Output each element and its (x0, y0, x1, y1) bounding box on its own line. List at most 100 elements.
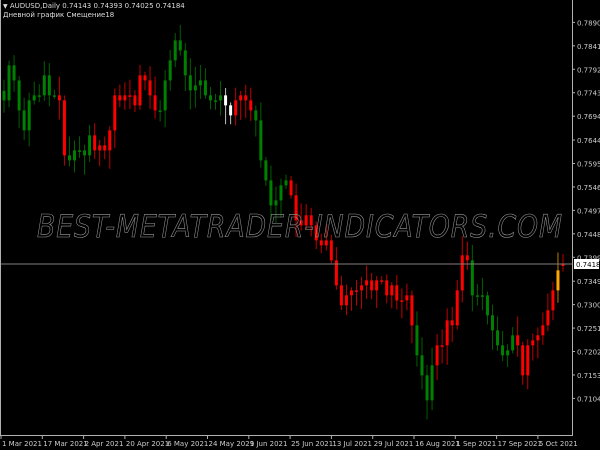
candle (445, 308, 449, 365)
candle-body (269, 180, 273, 206)
y-tick-label: 0.78900 (577, 19, 600, 27)
candle (415, 311, 419, 367)
candle-body (344, 295, 348, 306)
x-tick-label: 6 May 2021 (167, 440, 208, 448)
candle-body (98, 145, 102, 151)
candle (284, 174, 288, 189)
candle-body (143, 75, 147, 81)
candle (143, 71, 147, 91)
candle-body (52, 95, 56, 97)
candle (465, 241, 469, 270)
candle (224, 88, 228, 125)
candle-body (450, 320, 454, 326)
triangle-down-icon[interactable]: ▼ (3, 3, 8, 10)
current-price-tag: 0.74184 (574, 259, 600, 269)
candle (264, 157, 268, 186)
candle (78, 136, 82, 158)
candle (440, 329, 444, 364)
candle (400, 288, 404, 319)
y-tick-label: 0.72510 (577, 325, 600, 333)
candle-body (546, 310, 550, 326)
candle-body (27, 100, 31, 131)
x-tick-label: 9 Jun 2021 (250, 440, 288, 448)
candle-body (224, 95, 228, 106)
candle (475, 284, 479, 306)
candle (254, 105, 258, 137)
candle-body (435, 345, 439, 366)
candle-body (460, 255, 464, 291)
y-tick-label: 0.75950 (577, 161, 600, 169)
candle-body (430, 365, 434, 401)
candle (163, 70, 167, 128)
candle (12, 55, 16, 92)
candle-body (67, 155, 71, 161)
x-tick-label: 17 Mar 2021 (43, 440, 87, 448)
candle (496, 316, 500, 351)
candle-body (470, 260, 474, 296)
candle-body (279, 185, 283, 201)
indicator-label: Дневной график Смещение18 (3, 11, 115, 19)
candle (410, 290, 414, 344)
candle-body (113, 95, 117, 131)
candle (405, 283, 409, 311)
candle-body (521, 345, 525, 376)
candle-body (485, 295, 489, 316)
candle (52, 89, 56, 100)
candle (198, 65, 202, 99)
candle-body (274, 200, 278, 206)
candle (360, 276, 364, 309)
candle-body (445, 320, 449, 346)
candle (551, 281, 555, 321)
x-tick-label: 5 Oct 2021 (539, 440, 578, 448)
candle (173, 33, 177, 68)
candle (289, 176, 293, 199)
candle-body (193, 85, 197, 91)
candle (455, 280, 459, 330)
candle-body (168, 60, 172, 81)
candle (380, 276, 384, 285)
candle (546, 293, 550, 332)
candle (355, 279, 359, 306)
candle (561, 254, 565, 272)
candle (73, 140, 77, 173)
candle (32, 81, 36, 105)
current-price-label: 0.74184 (576, 261, 600, 269)
candle (234, 87, 238, 126)
y-tick-label: 0.71040 (577, 395, 600, 403)
candle-body (153, 95, 157, 111)
candle-body (420, 355, 424, 376)
candle (42, 61, 46, 101)
candle (556, 252, 560, 303)
y-tick-label: 0.72020 (577, 349, 600, 357)
candle-body (123, 95, 127, 101)
candle-body (47, 75, 51, 96)
candle-body (234, 100, 238, 116)
candle-body (133, 95, 137, 106)
candle (27, 92, 31, 147)
candle-body (390, 285, 394, 296)
candle-body (284, 180, 288, 186)
candle (490, 304, 494, 350)
y-tick-label: 0.75460 (577, 184, 600, 192)
candle (214, 93, 218, 110)
candle (203, 68, 207, 99)
candle-body (440, 345, 444, 347)
candle-body (118, 95, 122, 101)
y-tick-label: 0.77920 (577, 66, 600, 74)
candle (339, 275, 343, 311)
candle-body (22, 110, 26, 131)
candle (17, 76, 21, 128)
y-tick-label: 0.78410 (577, 43, 600, 51)
candle (138, 64, 142, 110)
candle-body (516, 335, 520, 346)
candle-body (551, 290, 555, 311)
candle-body (355, 290, 359, 292)
candle-body (148, 80, 152, 96)
x-tick-label: 25 Jun 2021 (291, 440, 333, 448)
candle (516, 316, 520, 357)
price-chart: BEST-METATRADER-INDICATORS.COM 0.789000.… (0, 0, 600, 448)
candle-body (370, 280, 374, 291)
candle (344, 284, 348, 316)
candle (485, 291, 489, 325)
y-tick-label: 0.76440 (577, 137, 600, 145)
